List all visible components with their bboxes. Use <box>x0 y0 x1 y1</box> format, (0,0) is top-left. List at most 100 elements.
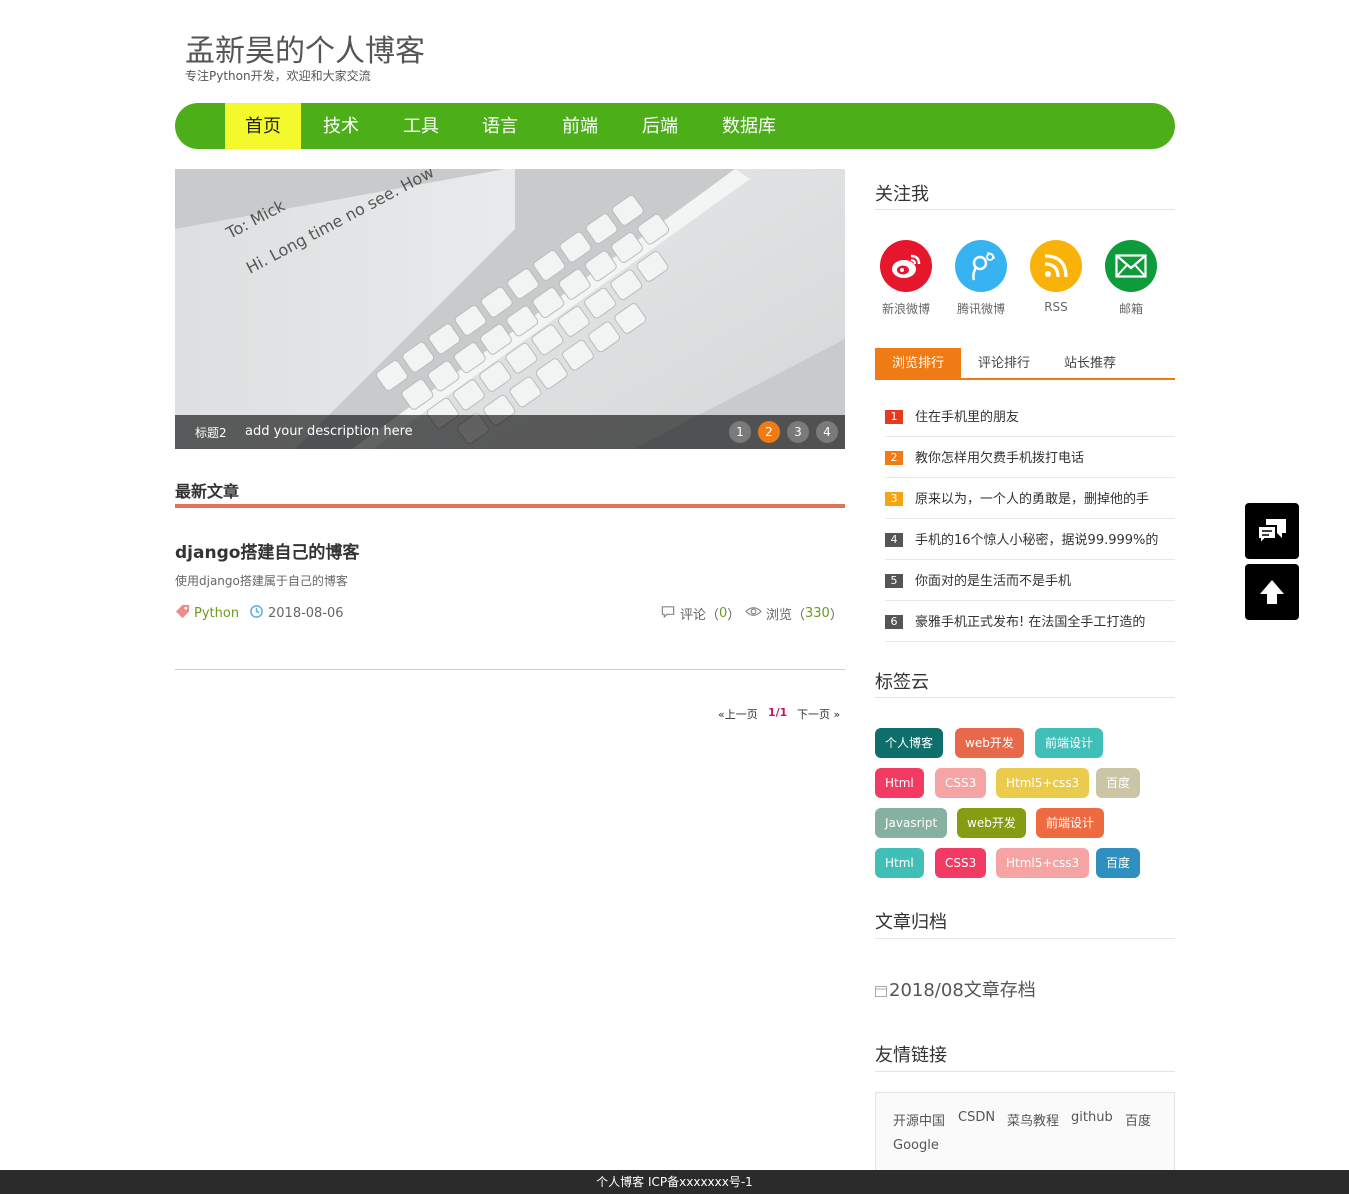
nav-item-database[interactable]: 数据库 <box>707 103 791 149</box>
tag-item[interactable]: Html <box>875 768 924 798</box>
rank-item[interactable]: 5 你面对的是生活而不是手机 <box>885 560 1175 601</box>
tag-item[interactable]: CSS3 <box>935 848 987 878</box>
friend-link[interactable]: github <box>1071 1110 1113 1125</box>
archive-divider <box>875 938 1175 939</box>
rank-title[interactable]: 住在手机里的朋友 <box>915 406 1173 425</box>
weibo-icon <box>880 240 932 292</box>
comment-icon <box>660 604 676 623</box>
tag-cloud-heading: 标签云 <box>875 672 929 693</box>
pager-prev[interactable]: «上一页 <box>718 706 758 722</box>
tag-item[interactable]: Html5+css3 <box>996 848 1090 878</box>
views-count: 330 <box>805 606 830 621</box>
rank-item[interactable]: 4 手机的16个惊人小秘密，据说99.999%的 <box>885 519 1175 560</box>
rank-number: 5 <box>885 574 903 588</box>
clock-icon <box>249 604 264 623</box>
follow-mail-label: 邮箱 <box>1118 302 1143 316</box>
nav-item-language[interactable]: 语言 <box>461 103 539 149</box>
post-date: 2018-08-06 <box>249 604 344 623</box>
friend-links-box: 开源中国 CSDN 菜鸟教程 github 百度 Google <box>875 1092 1175 1172</box>
calendar-icon <box>875 981 887 1002</box>
friend-link[interactable]: 百度 <box>1125 1110 1151 1129</box>
nav-item-home[interactable]: 首页 <box>225 103 301 149</box>
latest-posts-heading: 最新文章 <box>175 482 240 501</box>
slider-dot-2[interactable]: 2 <box>758 421 780 443</box>
post-tag-label[interactable]: Python <box>194 606 239 621</box>
image-slider[interactable]: To: Mick Hi. Long time no see. How 标题2 a… <box>175 169 845 449</box>
nav-item-backend[interactable]: 后端 <box>621 103 699 149</box>
site-subtitle: 专注Python开发，欢迎和大家交流 <box>185 69 371 83</box>
friend-links-heading: 友情链接 <box>875 1045 947 1066</box>
rank-title[interactable]: 原来以为，一个人的勇敢是，删掉他的手 <box>915 488 1173 507</box>
follow-weibo-label: 新浪微博 <box>881 302 930 316</box>
tag-item[interactable]: CSS3 <box>935 768 987 798</box>
tag-item[interactable]: 个人博客 <box>875 728 944 758</box>
site-title[interactable]: 孟新昊的个人博客 <box>185 26 425 70</box>
ranking-tabs: 浏览排行 评论排行 站长推荐 <box>875 348 1175 380</box>
tag-item[interactable]: Html <box>875 848 924 878</box>
tab-views-ranking[interactable]: 浏览排行 <box>875 348 961 378</box>
rank-item[interactable]: 2 教你怎样用欠费手机拨打电话 <box>885 437 1175 478</box>
latest-posts-divider <box>175 504 845 508</box>
tag-item[interactable]: 前端设计 <box>1035 728 1104 758</box>
tag-item[interactable]: Html5+css3 <box>996 768 1090 798</box>
rank-title[interactable]: 手机的16个惊人小秘密，据说99.999%的 <box>915 529 1173 548</box>
rank-number: 2 <box>885 451 903 465</box>
tag-item[interactable]: 百度 <box>1096 768 1141 798</box>
comments-label: 评论（ <box>680 608 720 623</box>
tag-icon <box>175 604 190 623</box>
rank-number: 1 <box>885 410 903 424</box>
tag-item[interactable]: 前端设计 <box>1036 808 1105 838</box>
keyboard-image: To: Mick Hi. Long time no see. How <box>175 169 845 449</box>
pager-next[interactable]: 下一页 » <box>797 706 840 722</box>
views-close: ） <box>829 608 843 623</box>
tab-comments-ranking[interactable]: 评论排行 <box>961 348 1047 378</box>
tag-item[interactable]: Javasript <box>875 808 948 838</box>
footer: 个人博客 ICP备xxxxxxx号-1 <box>0 1170 1349 1194</box>
post-tag[interactable]: Python <box>175 604 239 623</box>
slider-dot-1[interactable]: 1 <box>729 421 751 443</box>
tag-item[interactable]: 百度 <box>1096 848 1141 878</box>
follow-heading: 关注我 <box>875 184 929 205</box>
friend-link[interactable]: CSDN <box>958 1110 995 1125</box>
arrow-up-icon <box>1260 580 1284 604</box>
friend-links-divider <box>875 1071 1175 1072</box>
post-comments[interactable]: 评论（ 0 ） <box>660 604 740 623</box>
nav-item-frontend[interactable]: 前端 <box>541 103 619 149</box>
friend-link[interactable]: Google <box>893 1138 939 1153</box>
rank-item[interactable]: 6 豪雅手机正式发布! 在法国全手工打造的 <box>885 601 1175 642</box>
rank-number: 3 <box>885 492 903 506</box>
friend-link[interactable]: 开源中国 <box>893 1110 945 1129</box>
post-divider <box>175 669 845 670</box>
post-title[interactable]: django搭建自己的博客 <box>175 538 359 563</box>
follow-mail[interactable]: 邮箱 <box>1101 240 1161 317</box>
slider-caption-bar: 标题2 add your description here 1 2 3 4 <box>175 415 845 449</box>
follow-tencent-weibo[interactable]: 腾讯微博 <box>951 240 1011 317</box>
rank-item[interactable]: 3 原来以为，一个人的勇敢是，删掉他的手 <box>885 478 1175 519</box>
archive-item[interactable]: 2018/08文章存档 <box>875 976 1036 1002</box>
rank-title[interactable]: 教你怎样用欠费手机拨打电话 <box>915 447 1173 466</box>
follow-rss[interactable]: RSS <box>1026 240 1086 314</box>
slider-dot-3[interactable]: 3 <box>787 421 809 443</box>
rank-number: 4 <box>885 533 903 547</box>
tag-item[interactable]: web开发 <box>957 808 1026 838</box>
mail-icon <box>1105 240 1157 292</box>
rank-title[interactable]: 豪雅手机正式发布! 在法国全手工打造的 <box>915 611 1173 630</box>
nav-item-tools[interactable]: 工具 <box>382 103 460 149</box>
feedback-button[interactable] <box>1245 503 1299 559</box>
archive-item-label[interactable]: 2018/08文章存档 <box>889 980 1036 1001</box>
friend-link[interactable]: 菜鸟教程 <box>1007 1110 1059 1129</box>
nav-item-tech[interactable]: 技术 <box>302 103 380 149</box>
follow-tencent-weibo-label: 腾讯微博 <box>956 302 1005 316</box>
slider-dot-4[interactable]: 4 <box>816 421 838 443</box>
post-date-value: 2018-08-06 <box>268 606 344 621</box>
rss-icon <box>1030 240 1082 292</box>
comments-close: ） <box>727 608 741 623</box>
follow-weibo[interactable]: 新浪微博 <box>876 240 936 317</box>
rank-title[interactable]: 你面对的是生活而不是手机 <box>915 570 1173 589</box>
slide-title: 标题2 <box>195 426 227 440</box>
chat-icon <box>1257 519 1286 545</box>
tab-recommended[interactable]: 站长推荐 <box>1047 348 1133 378</box>
tag-item[interactable]: web开发 <box>955 728 1024 758</box>
back-to-top-button[interactable] <box>1245 564 1299 620</box>
rank-item[interactable]: 1 住在手机里的朋友 <box>885 396 1175 437</box>
